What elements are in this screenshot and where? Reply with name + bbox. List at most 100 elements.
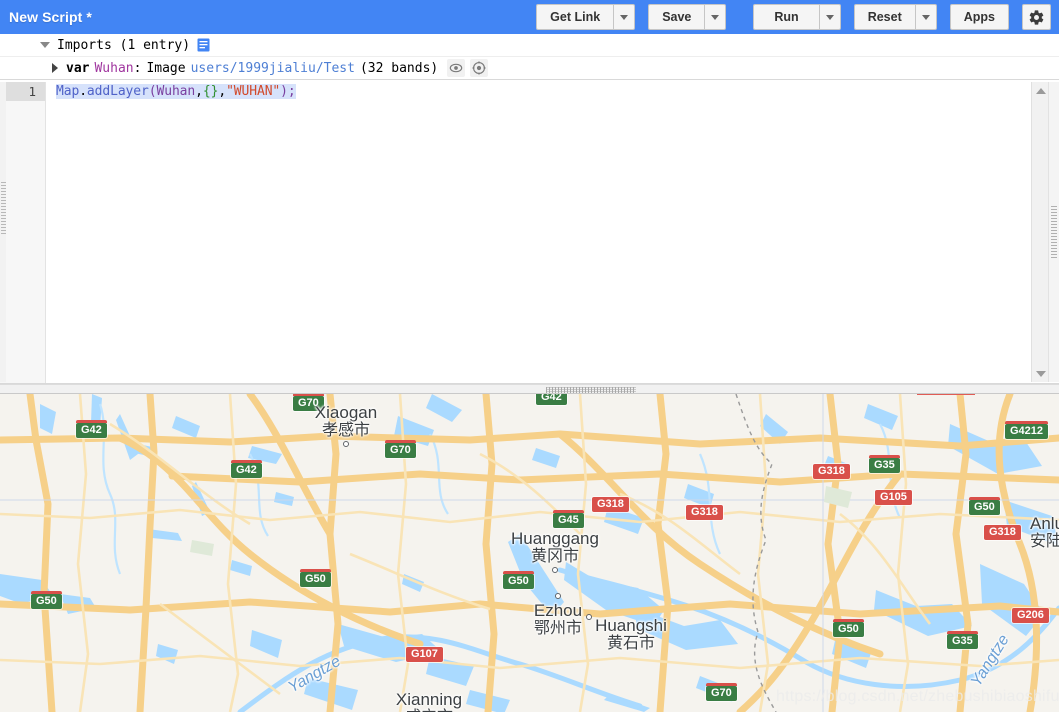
chevron-down-icon — [620, 15, 628, 20]
map-viewport[interactable]: G70 G42 G42 G70 G42 G318 G45 G50 G50 G50… — [0, 394, 1059, 712]
city-name-zh: 黄石市 — [585, 635, 677, 653]
city-label-xiaogan: Xiaogan 孝感市 — [306, 403, 386, 447]
splitter-grip — [1, 182, 6, 234]
save-button[interactable]: Save — [648, 4, 704, 30]
code-line-1[interactable]: Map.addLayer(Wuhan,{},"WUHAN"); — [46, 82, 1059, 101]
reset-button[interactable]: Reset — [854, 4, 915, 30]
highway-shield[interactable]: G50 — [969, 500, 1000, 515]
line-number-gutter: 1 — [0, 82, 46, 383]
city-name-en: Ezhou — [522, 601, 594, 620]
city-name-zh: 安陆 — [1030, 533, 1059, 551]
import-band-count: (32 bands) — [355, 61, 438, 76]
city-label-xianning: Xianning 咸宁市 — [383, 690, 475, 712]
map-canvas[interactable]: G70 G42 G42 G70 G42 G318 G45 G50 G50 G50… — [0, 394, 1059, 712]
chevron-up-icon — [1036, 88, 1046, 94]
highway-shield[interactable]: G35 — [869, 458, 900, 473]
left-panel-splitter[interactable] — [0, 82, 6, 382]
city-label-huangshi: Huangshi 黄石市 — [585, 616, 677, 653]
highway-shield[interactable]: G45 — [553, 513, 584, 528]
reset-dropdown[interactable] — [915, 4, 937, 30]
line-number: 1 — [0, 82, 45, 101]
highway-shield[interactable]: G70 — [706, 686, 737, 701]
city-label-ezhou: Ezhou 鄂州市 — [522, 592, 594, 638]
gee-code-editor-app: New Script * Get Link Save Run Reset — [0, 0, 1059, 712]
splitter-grip — [1051, 206, 1057, 258]
highway-shield[interactable]: G42 — [76, 423, 107, 438]
highway-shield[interactable]: G70 — [385, 443, 416, 458]
scroll-down-button[interactable] — [1032, 365, 1049, 382]
imports-header-label: Imports (1 entry) — [57, 38, 190, 53]
chevron-down-icon — [711, 15, 719, 20]
highway-shield[interactable]: G318 — [813, 464, 850, 479]
run-button[interactable]: Run — [753, 4, 818, 30]
city-marker-dot — [555, 593, 561, 599]
import-asset-path[interactable]: users/1999jialiu/Test — [186, 61, 355, 76]
eye-icon[interactable] — [447, 59, 465, 77]
city-marker-dot — [586, 614, 592, 620]
import-variable-name: Wuhan — [89, 61, 133, 76]
highway-shield[interactable]: G50 — [31, 594, 62, 609]
apps-button[interactable]: Apps — [950, 4, 1009, 30]
highway-shield[interactable]: G4212 — [1005, 424, 1048, 439]
chevron-down-icon — [826, 15, 834, 20]
reset-group: Reset — [854, 4, 937, 30]
top-toolbar: New Script * Get Link Save Run Reset — [0, 0, 1059, 34]
city-marker-dot — [552, 567, 558, 573]
highway-shield[interactable]: G50 — [503, 574, 534, 589]
chevron-down-icon — [1036, 371, 1046, 377]
city-name-zh: 黄冈市 — [505, 548, 605, 566]
import-keyword: var — [66, 61, 89, 76]
run-group: Run — [753, 4, 840, 30]
city-marker-dot — [343, 441, 349, 447]
document-icon[interactable] — [197, 38, 210, 52]
get-link-group: Get Link — [536, 4, 635, 30]
import-entry-row[interactable]: var Wuhan : Image users/1999jialiu/Test … — [0, 57, 1059, 80]
collapse-triangle-icon[interactable] — [40, 42, 50, 48]
watermark-text: https://blog.csdn.net/zhebushibiaoshifu — [776, 688, 1059, 706]
import-type: Image — [141, 61, 185, 76]
city-name-en: Huangshi — [585, 616, 677, 635]
highway-shield[interactable]: G105 — [875, 490, 912, 505]
splitter-grip — [546, 387, 636, 393]
highway-shield[interactable]: G318 — [592, 497, 629, 512]
city-marker-huangshi-dot — [586, 613, 592, 620]
run-dropdown[interactable] — [819, 4, 841, 30]
highway-shield[interactable]: G206 — [1012, 608, 1049, 623]
get-link-dropdown[interactable] — [613, 4, 635, 30]
target-icon[interactable] — [470, 59, 488, 77]
city-label-huanggang: Huanggang 黄冈市 — [505, 529, 605, 573]
highway-shield[interactable]: G107 — [406, 647, 443, 662]
highway-shield[interactable]: G42 — [536, 394, 567, 405]
city-name-zh: 孝感市 — [306, 422, 386, 440]
scroll-up-button[interactable] — [1032, 82, 1049, 99]
highway-shield[interactable]: G42 — [231, 463, 262, 478]
save-dropdown[interactable] — [704, 4, 726, 30]
expand-triangle-icon[interactable] — [52, 63, 58, 73]
script-title: New Script * — [0, 9, 92, 25]
imports-header[interactable]: Imports (1 entry) — [0, 34, 1059, 57]
gear-icon — [1028, 9, 1045, 26]
city-name-en: Huanggang — [505, 529, 605, 548]
apps-group: Apps — [950, 4, 1009, 30]
right-panel-splitter[interactable] — [1048, 82, 1059, 382]
city-name-en: Xianning — [383, 690, 475, 709]
code-line-1-text: Map.addLayer(Wuhan,{},"WUHAN"); — [56, 84, 296, 99]
highway-shield[interactable]: G318 — [984, 525, 1021, 540]
editor-vertical-scrollbar[interactable] — [1031, 82, 1048, 382]
city-name-en: Anlu — [1030, 514, 1059, 533]
highway-shield[interactable]: G50 — [833, 622, 864, 637]
import-icon-group — [447, 59, 488, 77]
city-label-anlu: Anlu 安陆 — [1030, 514, 1059, 551]
settings-button[interactable] — [1022, 4, 1051, 30]
import-colon: : — [134, 61, 142, 76]
code-text-body[interactable]: Map.addLayer(Wuhan,{},"WUHAN"); — [46, 82, 1059, 383]
highway-shield[interactable]: G318 — [686, 505, 723, 520]
chevron-down-icon — [922, 15, 930, 20]
get-link-button[interactable]: Get Link — [536, 4, 613, 30]
city-name-en: Xiaogan — [306, 403, 386, 422]
code-editor-area[interactable]: 1 Map.addLayer(Wuhan,{},"WUHAN"); — [0, 82, 1059, 383]
highway-shield[interactable]: G35 — [947, 634, 978, 649]
highway-shield[interactable]: G50 — [300, 572, 331, 587]
editor-map-splitter[interactable] — [0, 384, 1059, 394]
editor-panel: Imports (1 entry) var Wuhan : Image user… — [0, 34, 1059, 384]
